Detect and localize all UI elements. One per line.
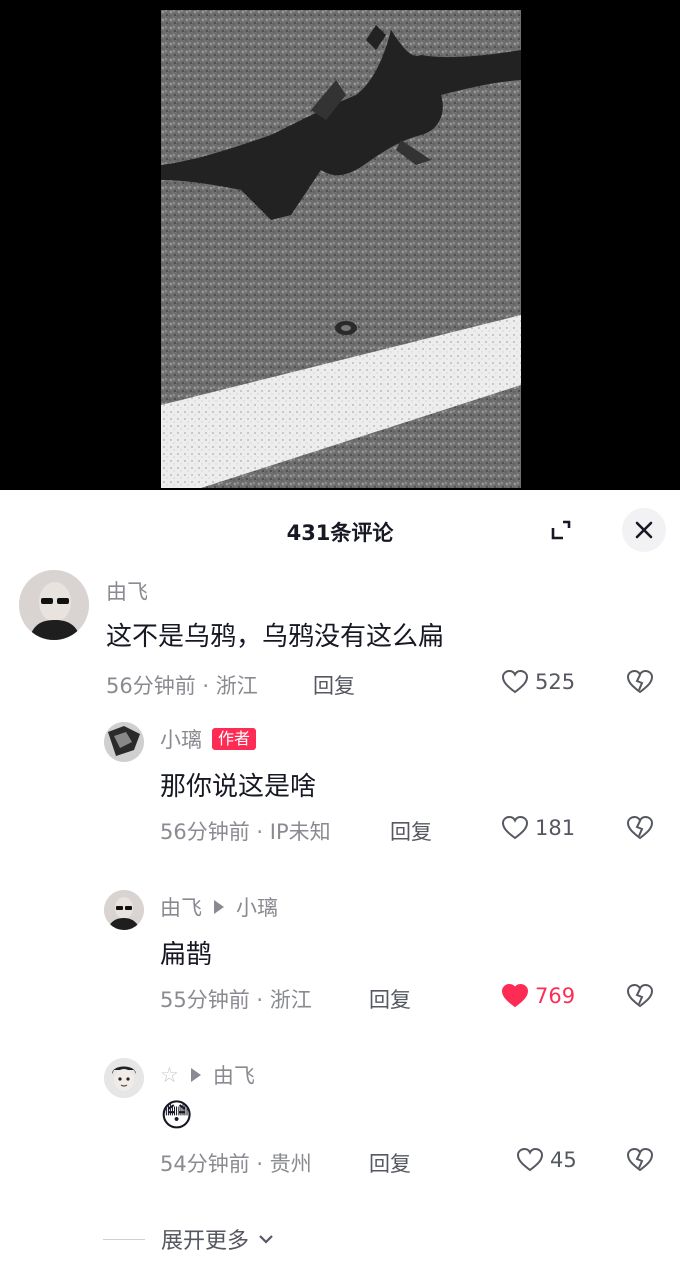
username-text[interactable]: 小璃 [160,724,202,754]
video-still-image [161,10,521,488]
like-count: 769 [535,984,576,1008]
reply-arrow-icon [190,1068,201,1082]
dislike-button[interactable] [626,1147,654,1177]
avatar[interactable] [104,890,144,930]
avatar[interactable] [19,570,89,640]
reply-button[interactable]: 回复 [369,984,411,1014]
chevron-down-icon [259,1235,273,1244]
expand-more-replies[interactable]: 展开更多 [103,1223,277,1255]
comment-meta: 56分钟前 · IP未知 [160,820,331,844]
like-button[interactable]: 769 [501,983,575,1009]
reply-button[interactable]: 回复 [369,1148,411,1178]
reply-button[interactable]: 回复 [390,816,432,846]
avatar[interactable] [104,722,144,762]
comment-meta: 56分钟前 · 浙江 [106,674,258,698]
like-button[interactable]: 525 [501,669,575,695]
reply-arrow-icon [214,900,224,914]
close-icon [635,521,653,539]
comment-panel-header: 431条评论 [0,490,680,570]
comment-meta: 55分钟前 · 浙江 [160,988,312,1012]
video-frame [161,10,521,488]
broken-heart-icon [626,669,654,694]
expand-icon[interactable] [543,512,579,548]
username-text[interactable]: 由飞 [106,576,148,606]
close-button[interactable] [622,508,666,552]
comment-username[interactable]: 小璃 作者 [160,724,257,754]
dislike-button[interactable] [626,983,654,1013]
comment-username[interactable]: 由飞 小璃 [160,892,278,922]
comment-username[interactable]: ☆ 由飞 [160,1060,255,1090]
expand-more-label: 展开更多 [161,1229,250,1254]
like-count: 525 [535,670,576,694]
comment-username[interactable]: 由飞 [106,576,148,606]
comment-meta: 54分钟前 · 贵州 [160,1152,312,1176]
dislike-button[interactable] [626,815,654,845]
divider [103,1238,145,1240]
username-text[interactable]: 由飞 [160,892,202,922]
flushed-emoji: 😳 [160,1096,194,1134]
video-player[interactable] [0,0,680,490]
reply-button[interactable]: 回复 [313,670,355,700]
username-text[interactable]: ☆ [160,1063,179,1087]
broken-heart-icon [626,983,654,1008]
heart-icon [501,983,529,1008]
avatar[interactable] [104,1058,144,1098]
heart-icon [516,1147,544,1172]
author-badge: 作者 [212,728,257,750]
reply-target-username[interactable]: 小璃 [236,892,278,922]
like-button[interactable]: 45 [516,1147,577,1173]
comment-text: 扁鹊 [160,940,213,970]
broken-heart-icon [626,815,654,840]
dislike-button[interactable] [626,669,654,699]
comment-panel: 431条评论 由飞 这不是乌鸦，乌鸦没有这么扁 56分钟前 · 浙江 回复 52… [0,490,680,1280]
broken-heart-icon [626,1147,654,1172]
comment-text: 那你说这是啥 [160,772,317,802]
comment-text: 这不是乌鸦，乌鸦没有这么扁 [106,622,445,652]
like-count: 181 [535,816,576,840]
heart-icon [501,669,529,694]
heart-icon [501,815,529,840]
like-button[interactable]: 181 [501,815,575,841]
like-count: 45 [550,1148,577,1172]
reply-target-username[interactable]: 由飞 [213,1060,255,1090]
